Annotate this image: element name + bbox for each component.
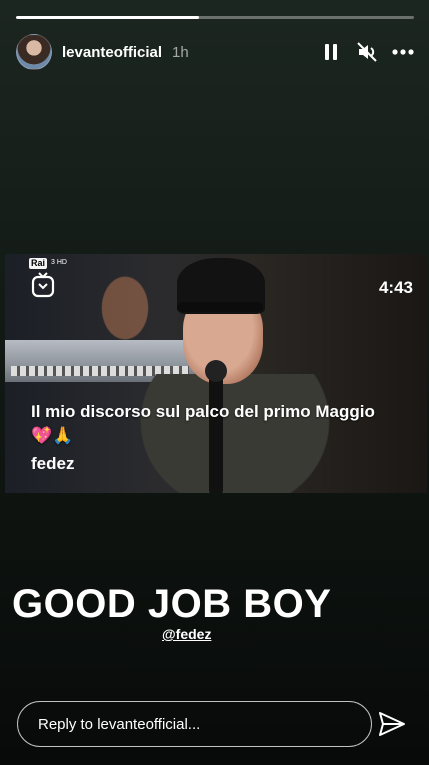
broadcaster-logo: Rai (29, 258, 48, 269)
story-progress-fill (16, 16, 200, 19)
send-icon[interactable] (378, 711, 406, 737)
shared-video-post[interactable]: Rai 3 HD 4:43 Il mio discorso sul palco … (5, 254, 427, 493)
more-icon[interactable] (392, 41, 414, 63)
microphone-head (205, 360, 227, 382)
reply-input[interactable]: Reply to levanteofficial... (17, 701, 372, 747)
story-progress-bar (16, 16, 414, 19)
broadcaster-sub: 3 HD (51, 259, 67, 266)
story-headline-text: GOOD JOB BOY (12, 582, 332, 626)
reply-placeholder: Reply to levanteofficial... (38, 715, 201, 733)
igtv-icon (31, 272, 55, 298)
mention-sticker[interactable]: @fedez (162, 626, 211, 642)
video-caption: Il mio discorso sul palco del primo Magg… (31, 402, 375, 445)
story-username[interactable]: levanteofficial (62, 44, 162, 61)
story-timestamp: 1h (172, 43, 189, 61)
mute-icon[interactable] (356, 41, 378, 63)
video-duration: 4:43 (378, 278, 413, 297)
video-channel-name: fedez (31, 454, 75, 473)
performer-cap-brim (177, 302, 263, 312)
story-viewer[interactable]: levanteofficial 1h Rai 3 HD 4:43 Il mio … (0, 0, 429, 765)
pause-icon[interactable] (320, 41, 342, 63)
story-controls (320, 41, 414, 63)
background-hand (85, 254, 165, 344)
avatar[interactable] (16, 34, 52, 70)
story-header: levanteofficial 1h (16, 32, 414, 72)
